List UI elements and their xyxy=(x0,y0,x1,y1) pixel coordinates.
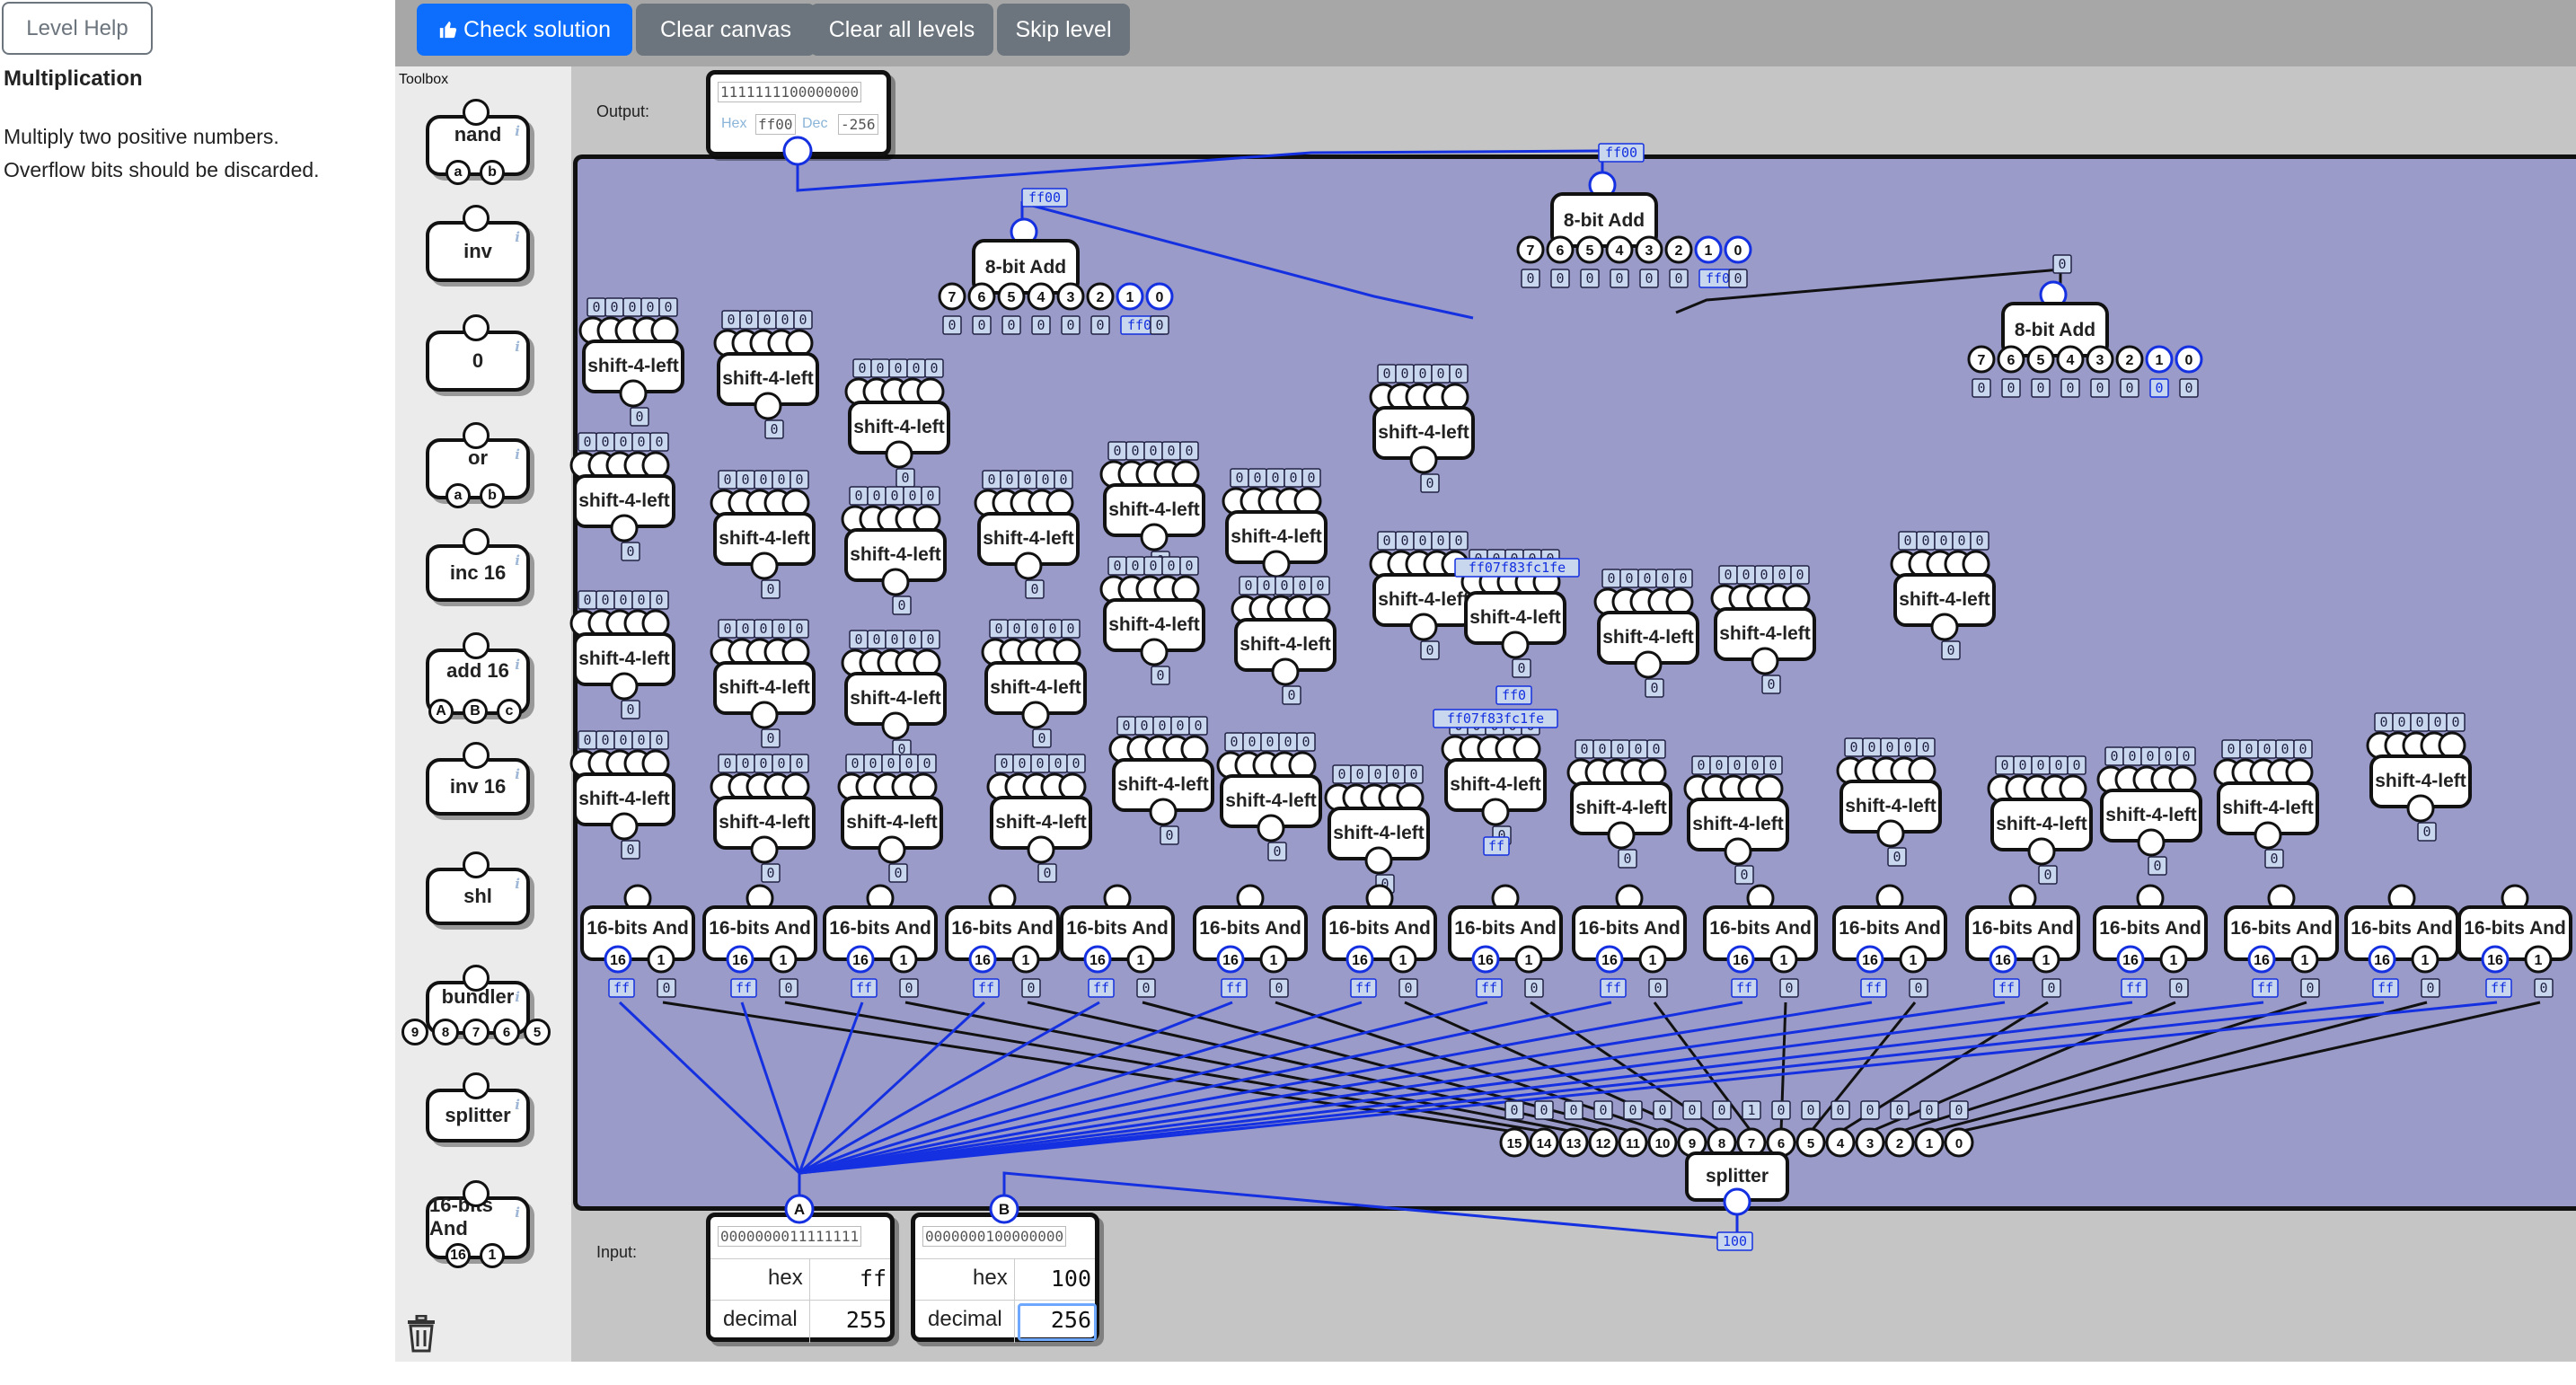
info-icon[interactable]: i xyxy=(515,552,520,569)
level-sidebar: Level Help Multiplication Multiply two p… xyxy=(0,0,393,1385)
info-icon[interactable]: i xyxy=(515,446,520,463)
skip-level-button[interactable]: Skip level xyxy=(997,4,1130,56)
output-pin[interactable] xyxy=(463,742,490,769)
input-pin[interactable]: b xyxy=(480,483,505,508)
output-hex-label: Hex xyxy=(721,116,747,131)
trash-icon[interactable] xyxy=(406,1314,437,1353)
output-pin[interactable] xyxy=(463,99,490,126)
thumbs-up-icon xyxy=(439,21,457,39)
input-a-hex-label: hex xyxy=(768,1266,803,1290)
input-a-widget: 0000000011111111 hex ff decimal 255 xyxy=(706,1213,895,1343)
output-dec-value: -256 xyxy=(838,114,878,135)
input-b-hex-label: hex xyxy=(973,1266,1008,1290)
level-help-button[interactable]: Level Help xyxy=(2,2,153,55)
output-label: Output: xyxy=(596,102,650,120)
toolbox-item-label: 0 xyxy=(472,349,484,372)
output-pin[interactable] xyxy=(463,205,490,232)
input-pin[interactable]: 7 xyxy=(463,1019,490,1045)
input-a-decimal-label: decimal xyxy=(723,1307,798,1331)
toolbox-item-label: splitter xyxy=(445,1104,511,1126)
toolbox-item-label: nand xyxy=(454,123,502,146)
output-pin[interactable] xyxy=(463,314,490,341)
description-line: Multiply two positive numbers. xyxy=(4,125,279,148)
input-pin[interactable]: 8 xyxy=(432,1019,459,1045)
level-title: Multiplication xyxy=(4,66,143,91)
toolbox-item-label: or xyxy=(468,446,488,469)
info-icon[interactable]: i xyxy=(515,229,520,245)
output-dec-label: Dec xyxy=(802,116,828,131)
output-pin[interactable] xyxy=(463,965,490,992)
info-icon[interactable]: i xyxy=(515,766,520,782)
input-b-widget: 0000000100000000 hex 100 decimal 256 xyxy=(911,1213,1099,1343)
info-icon[interactable]: i xyxy=(515,989,520,1005)
input-label: Input: xyxy=(596,1243,638,1261)
clear-canvas-button[interactable]: Clear canvas xyxy=(636,4,816,56)
toolbox-item-label: inc 16 xyxy=(449,561,507,584)
input-pin[interactable]: 9 xyxy=(401,1019,428,1045)
output-pin[interactable] xyxy=(463,528,490,555)
output-hex-value: ff00 xyxy=(755,114,796,135)
output-pin[interactable] xyxy=(463,632,490,659)
circuit-canvas[interactable] xyxy=(573,154,2576,1211)
output-widget: 1111111100000000 Hex ff00 Dec -256 xyxy=(706,70,891,156)
input-pin[interactable]: b xyxy=(480,160,505,185)
bottom-strip xyxy=(395,1362,2576,1385)
info-icon[interactable]: i xyxy=(515,657,520,673)
output-bits: 1111111100000000 xyxy=(718,82,862,102)
description-line: Overflow bits should be discarded. xyxy=(4,158,320,181)
toolbox-title: Toolbox xyxy=(399,72,449,87)
output-pin[interactable] xyxy=(463,851,490,878)
info-icon[interactable]: i xyxy=(515,1097,520,1113)
info-icon[interactable]: i xyxy=(515,123,520,139)
toolbox-item-label: inv xyxy=(463,240,492,262)
input-b-decimal-label: decimal xyxy=(928,1307,1002,1331)
input-a-bits: 0000000011111111 xyxy=(718,1226,862,1247)
toolbox-item-label: shl xyxy=(463,885,492,907)
check-solution-label: Check solution xyxy=(463,16,611,42)
input-b-bits: 0000000100000000 xyxy=(922,1226,1067,1247)
input-b-hex-field[interactable]: 100 xyxy=(1018,1266,1091,1292)
input-pin[interactable]: c xyxy=(497,699,522,724)
info-icon[interactable]: i xyxy=(515,1204,520,1221)
input-pin[interactable]: 16 xyxy=(446,1243,471,1268)
info-icon[interactable]: i xyxy=(515,876,520,892)
input-pin[interactable]: 6 xyxy=(493,1019,520,1045)
input-pin[interactable]: A xyxy=(428,699,454,724)
clear-all-levels-button[interactable]: Clear all levels xyxy=(810,4,993,56)
input-pin[interactable]: 5 xyxy=(524,1019,551,1045)
input-pin[interactable]: B xyxy=(463,699,488,724)
output-pin[interactable] xyxy=(463,1072,490,1099)
toolbox-item-label: inv 16 xyxy=(449,775,507,798)
check-solution-button[interactable]: Check solution xyxy=(417,4,632,56)
output-pin[interactable] xyxy=(463,422,490,449)
toolbox-item-label: add 16 xyxy=(446,659,509,682)
input-pin[interactable]: a xyxy=(446,483,471,508)
info-icon[interactable]: i xyxy=(515,339,520,355)
top-toolbar: Check solution Clear canvas Clear all le… xyxy=(395,0,2576,66)
input-a-decimal-field[interactable]: 255 xyxy=(813,1307,887,1333)
input-b-decimal-field[interactable]: 256 xyxy=(1018,1307,1091,1333)
input-pin[interactable]: a xyxy=(446,160,471,185)
input-pin[interactable]: 1 xyxy=(480,1243,505,1268)
level-description: Multiply two positive numbers. Overflow … xyxy=(4,120,320,187)
output-pin[interactable] xyxy=(463,1180,490,1207)
input-a-hex-field[interactable]: ff xyxy=(813,1266,887,1292)
